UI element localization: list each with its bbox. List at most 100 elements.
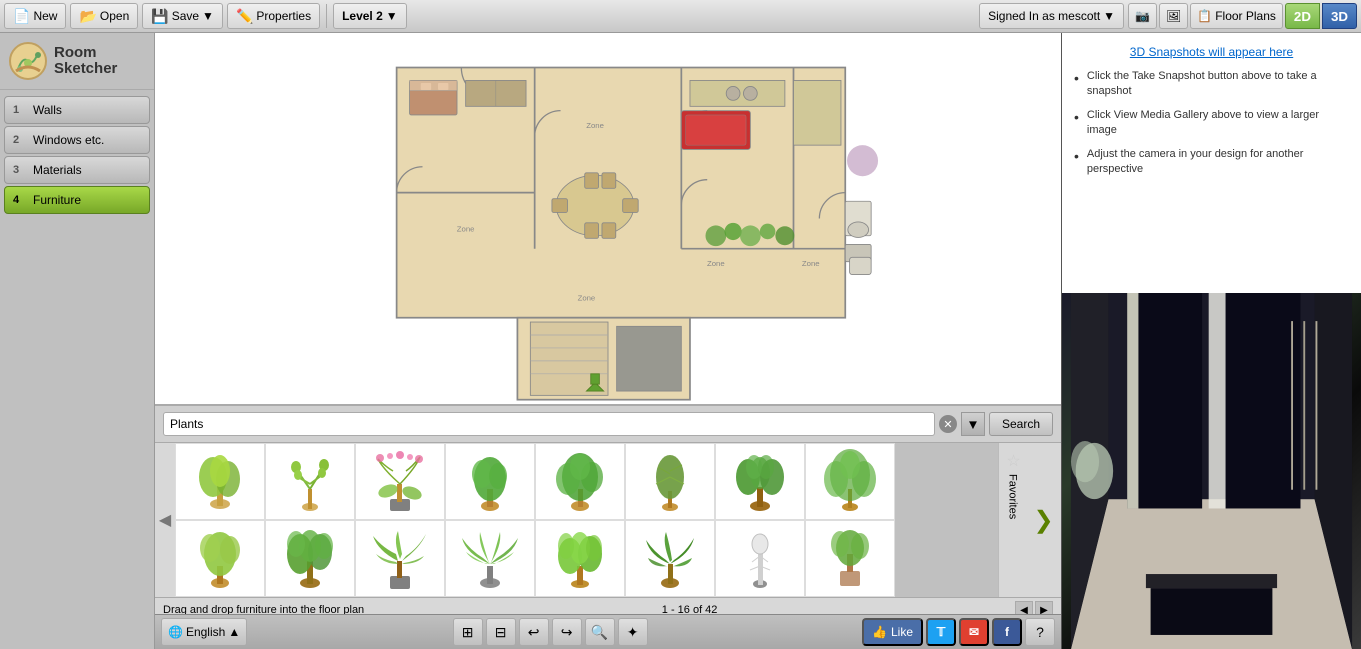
nav-items: 1 Walls 2 Windows etc. 3 Materials 4 Fur… (0, 90, 154, 220)
more-icon: ✦ (627, 624, 639, 641)
signed-in-button[interactable]: Signed In as mescott ▼ (979, 3, 1124, 29)
copy-button[interactable]: ⊞ (453, 618, 483, 646)
left-arrow-button[interactable]: ◀ (155, 443, 175, 597)
svg-text:Zone: Zone (457, 224, 475, 233)
plant-svg-2 (278, 449, 343, 514)
snapshots-title: 3D Snapshots will appear here (1074, 45, 1349, 59)
snapshot-text-2: Click View Media Gallery above to view a… (1087, 108, 1349, 139)
left-arrow-icon: ◀ (159, 510, 171, 530)
nav-item-materials[interactable]: 3 Materials (4, 156, 150, 184)
snapshot-bullet-3: • Adjust the camera in your design for a… (1074, 147, 1349, 178)
plant-svg-14 (638, 526, 703, 591)
plant-item-13[interactable] (535, 520, 625, 597)
logo-icon (8, 41, 48, 81)
plant-svg-10 (278, 526, 343, 591)
plant-item-14[interactable] (625, 520, 715, 597)
redo-button[interactable]: ↪ (552, 618, 582, 646)
signed-in-dropdown: ▼ (1103, 9, 1115, 23)
plant-item-7[interactable] (715, 443, 805, 520)
paste-icon: ⊟ (495, 624, 507, 641)
plant-item-2[interactable] (265, 443, 355, 520)
plant-item-10[interactable] (265, 520, 355, 597)
middle-section: Room Sketcher 1 Walls 2 Windows etc. 3 M… (0, 33, 1361, 649)
language-label: English (186, 625, 225, 639)
level-dropdown-icon: ▼ (386, 9, 398, 23)
save-label: Save (172, 9, 199, 23)
plant-item-4[interactable] (445, 443, 535, 520)
help-icon: ? (1036, 624, 1044, 640)
floor-plans-icon: 📋 (1197, 9, 1212, 23)
facebook-button[interactable]: f (992, 618, 1022, 646)
bullet-icon-3: • (1074, 147, 1079, 178)
plant-item-6[interactable] (625, 443, 715, 520)
nav-item-windows[interactable]: 2 Windows etc. (4, 126, 150, 154)
more-button[interactable]: ✦ (618, 618, 648, 646)
help-button[interactable]: ? (1025, 618, 1055, 646)
camera-icon: 📷 (1135, 9, 1150, 23)
search-clear-button[interactable]: ✕ (939, 415, 957, 433)
plant-item-16[interactable] (805, 520, 895, 597)
undo-button[interactable]: ↩ (519, 618, 549, 646)
search-bar: ✕ ▼ Search (155, 406, 1061, 443)
plant-item-12[interactable] (445, 520, 535, 597)
plant-svg-16 (818, 526, 883, 591)
camera-button[interactable]: 📷 (1128, 3, 1157, 29)
undo-icon: ↩ (528, 624, 540, 641)
twitter-button[interactable]: 𝕋 (926, 618, 956, 646)
snapshot-text-1: Click the Take Snapshot button above to … (1087, 69, 1349, 100)
nav-item-walls[interactable]: 1 Walls (4, 96, 150, 124)
favorites-star-icon: ☆ (1003, 451, 1022, 470)
like-label: Like (891, 625, 913, 639)
properties-icon: ✏️ (236, 8, 253, 25)
plant-item-8[interactable] (805, 443, 895, 520)
plant-item-5[interactable] (535, 443, 625, 520)
redo-icon: ↪ (561, 624, 573, 641)
search-dropdown-button[interactable]: ▼ (961, 412, 985, 436)
media-icon: 🖼 (1166, 9, 1181, 23)
properties-label: Properties (256, 9, 311, 23)
properties-button[interactable]: ✏️ Properties (227, 3, 320, 29)
like-icon: 👍 (872, 625, 887, 639)
svg-text:Zone: Zone (586, 121, 604, 130)
email-button[interactable]: ✉ (959, 618, 989, 646)
save-dropdown-icon: ▼ (202, 9, 214, 23)
language-button[interactable]: 🌐 English ▲ (161, 618, 247, 646)
right-panel: 3D Snapshots will appear here • Click th… (1061, 33, 1361, 649)
favorites-tab[interactable]: ☆ Favorites (998, 443, 1026, 597)
bottom-toolbar: 🌐 English ▲ ⊞ ⊟ ↩ ↪ 🔍 (155, 614, 1061, 649)
right-arrow-icon: ❯ (1033, 506, 1053, 535)
save-icon: 💾 (151, 8, 168, 25)
search-input[interactable] (163, 412, 935, 436)
plant-svg-7 (728, 449, 793, 514)
plant-svg-12 (458, 526, 523, 591)
floor-plan-svg: Zone Zone Zone Zone Zone (155, 33, 1061, 404)
plant-item-3[interactable] (355, 443, 445, 520)
app-container: 📄 New 📂 Open 💾 Save ▼ ✏️ Properties Leve… (0, 0, 1361, 649)
3d-button[interactable]: 3D (1322, 3, 1357, 29)
level-button[interactable]: Level 2 ▼ (333, 3, 407, 29)
plant-svg-15 (728, 526, 793, 591)
plant-item-11[interactable] (355, 520, 445, 597)
plant-item-1[interactable] (175, 443, 265, 520)
plant-item-15[interactable] (715, 520, 805, 597)
2d-button[interactable]: 2D (1285, 3, 1320, 29)
twitter-icon: 𝕋 (937, 625, 946, 639)
plant-svg-6 (638, 449, 703, 514)
paste-button[interactable]: ⊟ (486, 618, 516, 646)
save-button[interactable]: 💾 Save ▼ (142, 3, 223, 29)
floor-plans-button[interactable]: 📋 Floor Plans (1190, 3, 1283, 29)
open-button[interactable]: 📂 Open (70, 3, 138, 29)
new-button[interactable]: 📄 New (4, 3, 66, 29)
snapshot-bullet-1: • Click the Take Snapshot button above t… (1074, 69, 1349, 100)
plant-item-9[interactable] (175, 520, 265, 597)
nav-item-furniture[interactable]: 4 Furniture (4, 186, 150, 214)
search-button[interactable]: Search (989, 412, 1053, 436)
like-button[interactable]: 👍 Like (862, 618, 923, 646)
canvas-area[interactable]: Zone Zone Zone Zone Zone (155, 33, 1061, 404)
preview-svg (1062, 293, 1361, 649)
logo-text: Room Sketcher (54, 45, 117, 78)
copy-icon: ⊞ (462, 624, 474, 641)
media-button[interactable]: 🖼 (1159, 3, 1188, 29)
pan-button[interactable]: 🔍 (585, 618, 615, 646)
right-arrow-button[interactable]: ❯ (1026, 443, 1061, 597)
